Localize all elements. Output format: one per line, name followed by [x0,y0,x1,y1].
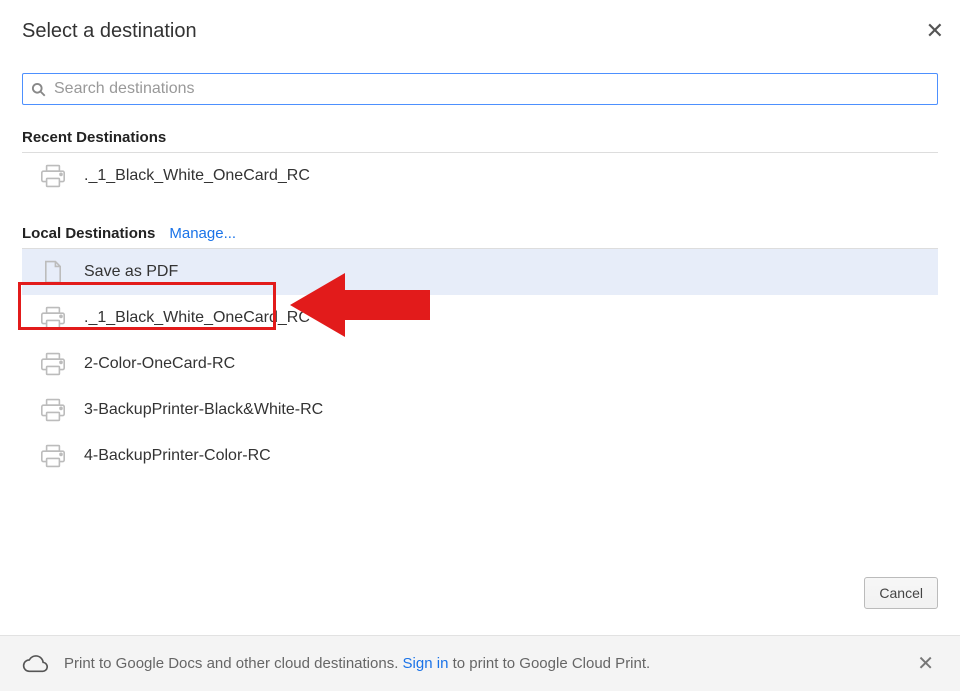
destination-item[interactable]: ._1_Black_White_OneCard_RC [22,295,938,341]
destination-label: ._1_Black_White_OneCard_RC [84,309,310,327]
dialog-footer: Cancel [864,577,938,609]
printer-icon [40,443,66,469]
cloud-icon [22,655,48,673]
manage-link[interactable]: Manage... [169,225,236,242]
close-icon[interactable]: ✕ [922,20,948,42]
dialog-header: Select a destination ✕ [22,20,938,43]
destination-item[interactable]: 3-BackupPrinter-Black&White-RC [22,387,938,433]
printer-icon [40,163,66,189]
destination-item[interactable]: 4-BackupPrinter-Color-RC [22,433,938,479]
recent-destinations-list: ._1_Black_White_OneCard_RC [22,153,938,199]
destination-label: Save as PDF [84,263,178,281]
printer-icon [40,351,66,377]
destination-label: ._1_Black_White_OneCard_RC [84,167,310,185]
local-destinations-list: Save as PDF ._1_Black_White_OneCard_RC [22,249,938,479]
cloud-print-bar: Print to Google Docs and other cloud des… [0,635,960,691]
destination-save-as-pdf[interactable]: Save as PDF [22,249,938,295]
dialog-title: Select a destination [22,20,197,43]
search-field[interactable] [22,73,938,105]
recent-header-label: Recent Destinations [22,129,166,146]
destination-label: 2-Color-OneCard-RC [84,355,235,373]
print-destination-dialog: Select a destination ✕ Recent Destinatio… [0,0,960,479]
printer-icon [40,305,66,331]
recent-destinations-header: Recent Destinations [22,129,938,153]
cloud-print-text: Print to Google Docs and other cloud des… [64,655,650,672]
destination-label: 4-BackupPrinter-Color-RC [84,447,271,465]
printer-icon [40,397,66,423]
page-icon [40,259,66,285]
search-input[interactable] [54,80,929,98]
local-destinations-header: Local Destinations Manage... [22,225,938,249]
destination-item[interactable]: ._1_Black_White_OneCard_RC [22,153,938,199]
cloud-text-before: Print to Google Docs and other cloud des… [64,655,403,672]
sign-in-link[interactable]: Sign in [403,655,449,672]
destination-label: 3-BackupPrinter-Black&White-RC [84,401,323,419]
search-icon [31,82,46,97]
destination-item[interactable]: 2-Color-OneCard-RC [22,341,938,387]
local-header-label: Local Destinations [22,225,155,242]
cloud-text-after: to print to Google Cloud Print. [448,655,650,672]
dismiss-icon[interactable]: ✕ [913,651,938,676]
cancel-button[interactable]: Cancel [864,577,938,609]
